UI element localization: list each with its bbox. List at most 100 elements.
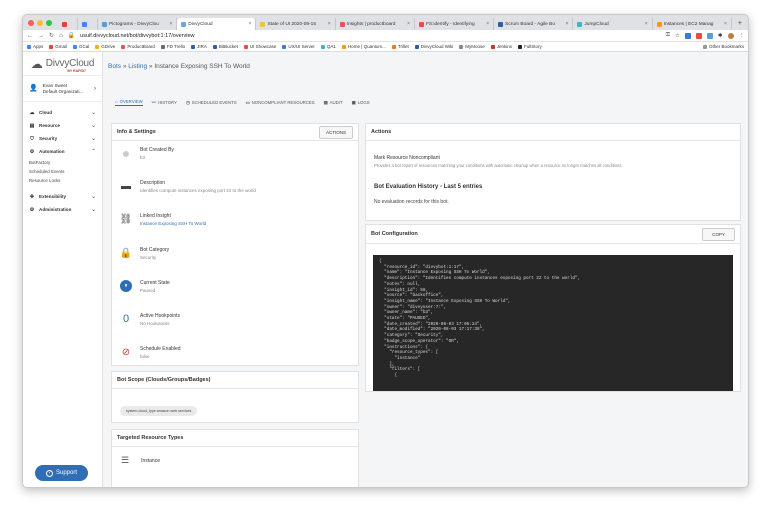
sidebar-item-extensibility[interactable]: ✚ Extensibility ⌄ xyxy=(23,190,102,203)
bookmark-favicon-icon xyxy=(49,44,54,49)
close-tab-icon[interactable]: × xyxy=(486,21,489,27)
close-tab-icon[interactable]: × xyxy=(328,21,331,27)
sidebar-item-security[interactable]: ⛉ Security ⌄ xyxy=(23,132,102,145)
bookmark-item[interactable]: Gmail xyxy=(49,44,67,49)
tab-label: SCHEDULED EVENTS xyxy=(191,100,237,105)
minimize-window-button[interactable] xyxy=(37,20,43,26)
bookmark-favicon-icon xyxy=(243,44,248,49)
panel-title: Targeted Resource Types xyxy=(117,435,184,441)
info-value[interactable]: Instance Exposing SSH To World xyxy=(140,221,206,226)
bookmark-item[interactable]: MyMoose xyxy=(459,44,485,49)
tab-audit[interactable]: ▤ AUDIT xyxy=(324,100,343,106)
close-window-button[interactable] xyxy=(28,20,34,26)
tab-label: AUDIT xyxy=(329,100,343,105)
browser-tab[interactable]: Pictograms - DivvyClou × xyxy=(98,18,178,30)
sidebar-item-automation[interactable]: ⚙ Automation ⌃ xyxy=(23,145,102,158)
browser-tab[interactable]: Insights | productboard × xyxy=(336,18,415,30)
tab-label: NONCOMPLIANT RESOURCES xyxy=(251,100,315,105)
sidebar-item-label: Resource xyxy=(39,123,60,128)
bookmark-item[interactable]: Jenkins xyxy=(490,44,512,49)
tab-noncompliant-resources[interactable]: ▭ NONCOMPLIANT RESOURCES xyxy=(246,100,315,106)
breadcrumb-bots[interactable]: Bots xyxy=(108,63,121,70)
tab-logs[interactable]: ▣ LOGS xyxy=(352,100,370,106)
breadcrumb-listing[interactable]: Listing xyxy=(128,63,147,70)
menu-icon[interactable]: ⋮ xyxy=(739,33,745,39)
bookmark-item[interactable]: Home | Quantum... xyxy=(341,44,386,49)
maximize-window-button[interactable] xyxy=(46,20,52,26)
resource-icon: ▤ xyxy=(29,122,35,129)
forward-icon[interactable]: → xyxy=(38,33,44,39)
puzzle-icon[interactable]: ✱ xyxy=(718,33,723,39)
bookmark-item[interactable]: Trillet xyxy=(391,44,409,49)
close-tab-icon[interactable]: × xyxy=(724,21,727,27)
browser-tab[interactable]: FS:identify - Identifying × xyxy=(415,18,495,30)
tab-scheduled-events[interactable]: ◷ SCHEDULED EVENTS xyxy=(186,100,237,106)
bookmark-item[interactable]: ProductBoard xyxy=(121,44,155,49)
config-json[interactable]: { "resource_id": "divvybot:1:17", "name"… xyxy=(373,255,733,391)
bookmark-item[interactable]: FullStory xyxy=(518,44,542,49)
pinned-tab-calendar[interactable] xyxy=(78,18,98,30)
browser-tab-label: Pictograms - DivvyClou xyxy=(109,21,159,27)
panel-header: Info & Settings ACTIONS xyxy=(112,124,358,141)
star-icon[interactable]: ☆ xyxy=(675,33,680,39)
close-tab-icon[interactable]: × xyxy=(407,21,410,27)
bookmark-item[interactable]: FD Trello xyxy=(160,44,185,49)
info-row: ⊘ Schedule Enabled false xyxy=(120,346,181,359)
key-icon[interactable]: ⚿ xyxy=(666,32,670,39)
sidebar-item-administration[interactable]: ⚙ Administration ⌄ xyxy=(23,203,102,216)
close-tab-icon[interactable]: × xyxy=(645,21,648,27)
extension-icon[interactable] xyxy=(706,32,713,39)
bookmark-item[interactable]: JIRA xyxy=(191,44,207,49)
back-icon[interactable]: ← xyxy=(27,33,33,39)
pause-icon: ⏸ xyxy=(120,280,132,292)
home-icon: ⌂ xyxy=(115,99,118,104)
sidebar-item-cloud[interactable]: ☁ Cloud ⌄ xyxy=(23,106,102,119)
close-tab-icon[interactable]: × xyxy=(565,21,568,27)
bookmark-item[interactable]: GCal xyxy=(73,44,89,49)
main-content: Bots » Listing » Instance Exposing SSH T… xyxy=(103,52,748,487)
favicon-icon xyxy=(102,21,107,27)
copy-button[interactable]: COPY xyxy=(702,227,735,241)
browser-tab[interactable]: DivvyCloud × xyxy=(177,18,257,30)
home-icon[interactable]: ⌂ xyxy=(59,33,63,39)
tab-history[interactable]: 〰 HISTORY xyxy=(152,100,177,106)
tab-overview[interactable]: ⌂ OVERVIEW xyxy=(115,99,143,106)
bookmark-item[interactable]: QA1 xyxy=(320,44,336,49)
bookmark-item[interactable]: UX/UI Server xyxy=(282,44,315,49)
sidebar-subitem[interactable]: Resource Locks xyxy=(23,176,102,185)
other-bookmarks[interactable]: Other Bookmarks xyxy=(702,44,744,49)
sidebar-subitem[interactable]: BotFactory xyxy=(23,158,102,167)
scope-badge: system.cloud_type.amazon web services xyxy=(120,406,198,416)
extension-icon[interactable] xyxy=(695,32,702,39)
puzzle-icon: ✚ xyxy=(29,193,35,200)
new-tab-button[interactable]: + xyxy=(732,20,748,30)
browser-tab[interactable]: Instances | EC2 Manag × xyxy=(653,18,732,30)
reload-icon[interactable]: ↻ xyxy=(49,32,54,39)
browser-tab[interactable]: Scrum Board - Agile Bo × xyxy=(494,18,574,30)
info-row: ● Bot Created By b3 xyxy=(120,145,174,161)
bookmark-item[interactable]: BitBucket xyxy=(212,44,238,49)
logo[interactable]: ☁ DivvyCloud BY RAPID7 xyxy=(23,52,102,76)
close-tab-icon[interactable]: × xyxy=(169,21,172,27)
actions-button[interactable]: ACTIONS xyxy=(318,125,353,139)
sidebar-subitem[interactable]: Scheduled Events xyxy=(23,167,102,176)
bookmark-item[interactable]: Apps xyxy=(27,44,43,49)
close-tab-icon[interactable]: × xyxy=(249,21,252,27)
chevron-down-icon: ⌄ xyxy=(90,207,96,213)
browser-tab[interactable]: State of UI 2020-09-15 × xyxy=(256,18,336,30)
url-field[interactable]: usuif.divvycloud.net/bot/divvybot:1:17/o… xyxy=(80,33,661,39)
bookmark-item[interactable]: GDrive xyxy=(95,44,115,49)
targeted-resources-panel: Targeted Resource Types ☰ Instance xyxy=(111,429,359,487)
pinned-tab-gmail[interactable] xyxy=(58,18,78,30)
browser-tab[interactable]: JumpCloud × xyxy=(573,18,653,30)
support-button[interactable]: ? Support xyxy=(35,465,88,481)
sidebar-item-resource[interactable]: ▤ Resource ⌄ xyxy=(23,119,102,132)
info-row: ▬ Description Identifies compute instances… xyxy=(120,180,256,193)
extension-icon[interactable] xyxy=(684,32,691,39)
user-menu[interactable]: 👤 Evan Sweet Default Organizati... › xyxy=(23,76,102,102)
bookmark-item[interactable]: UI Showcase xyxy=(243,44,276,49)
user-org: Default Organizati... xyxy=(42,88,84,94)
profile-avatar[interactable] xyxy=(727,32,734,39)
bookmark-item[interactable]: DivvyCloud Wiki xyxy=(414,44,453,49)
info-value: Paused xyxy=(140,288,156,293)
